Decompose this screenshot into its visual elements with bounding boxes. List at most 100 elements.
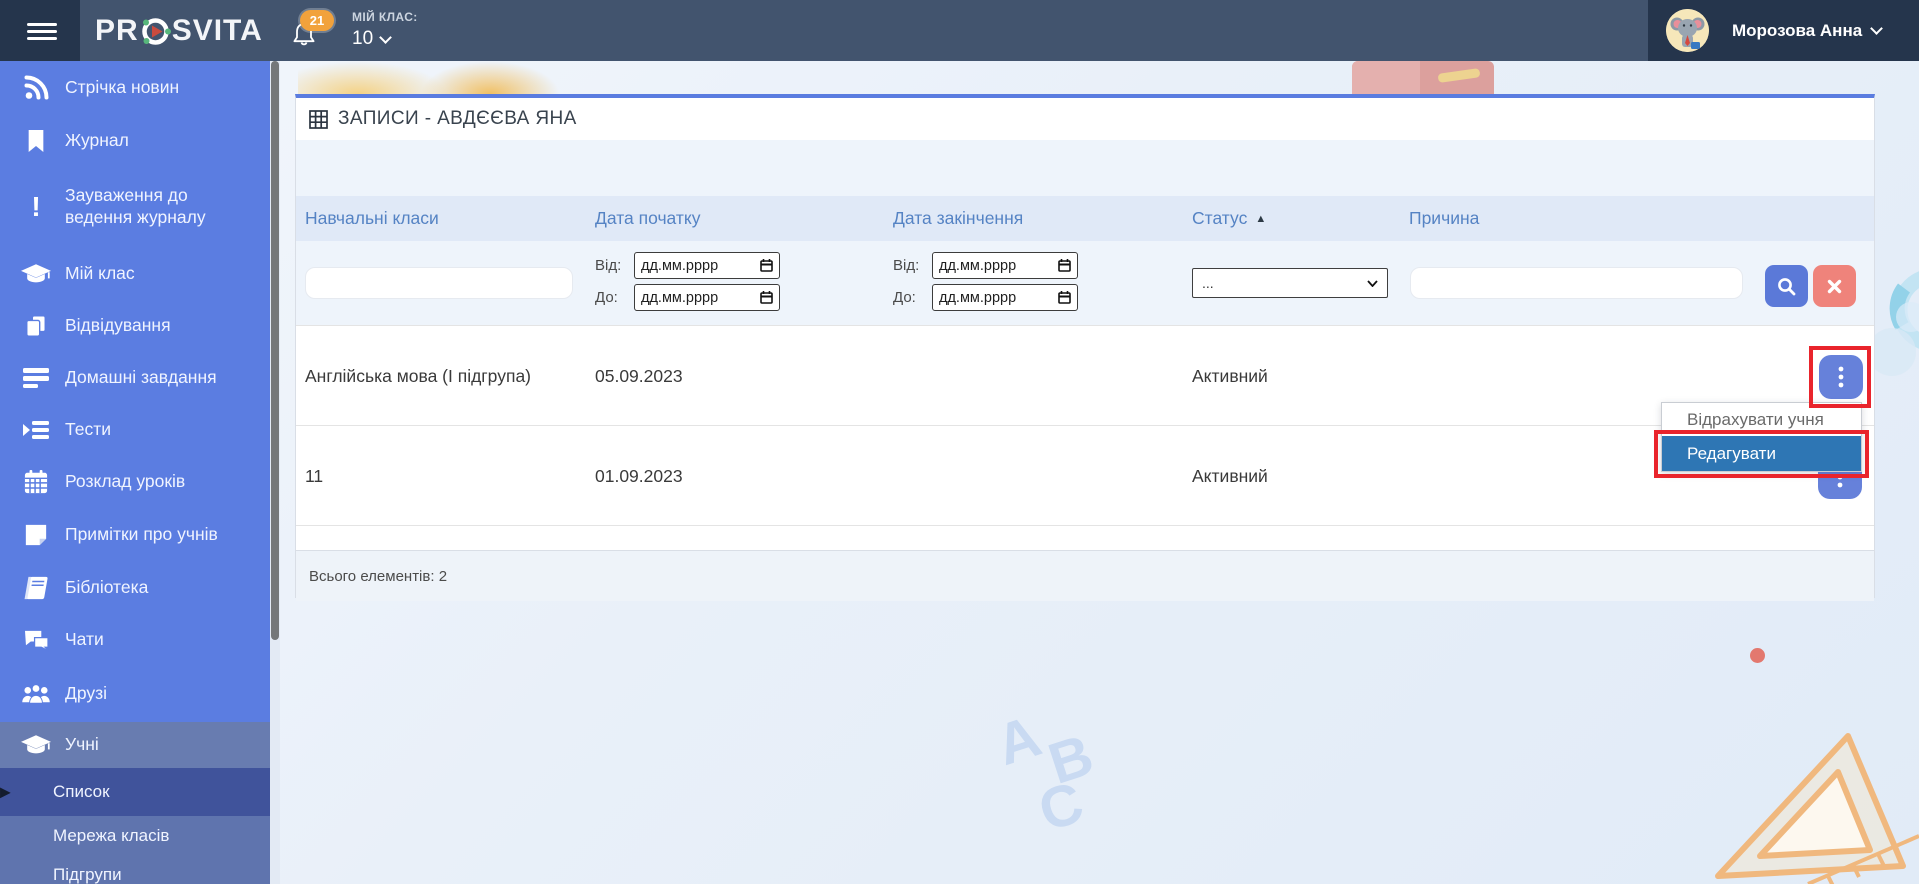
exclamation-icon: ! [21, 193, 51, 221]
total-items-label: Всього елементів: 2 [309, 568, 447, 585]
sidebar-subitem-list[interactable]: ▶ Список [0, 768, 270, 816]
sidebar-subitem-subgroups[interactable]: Підгрупи [0, 856, 270, 884]
decor-bubble [1896, 302, 1919, 332]
calendar-icon [760, 291, 773, 304]
decor-yellow-blob-2 [420, 61, 560, 94]
sidebar: Стрічка новин Журнал ! Зауваження до вед… [0, 61, 270, 884]
filter-row: Від: дд.мм.рррр До: дд.мм.рррр Від: дд.м… [296, 241, 1874, 325]
calendar-icon [760, 259, 773, 272]
filter-status-select[interactable]: ... [1192, 268, 1388, 298]
clear-filters-button[interactable] [1813, 265, 1856, 307]
column-header-date-end[interactable]: Дата закінчення [893, 196, 1023, 241]
table-grid-icon [309, 110, 328, 129]
cell-class: 11 [305, 426, 323, 526]
sidebar-item-tests[interactable]: Тести [0, 404, 270, 456]
table-footer: Всього елементів: 2 [296, 550, 1874, 601]
calendar-icon [1058, 291, 1071, 304]
user-name: Морозова Анна [1732, 0, 1881, 61]
sidebar-item-schedule[interactable]: Розклад уроків [0, 456, 270, 508]
panel-spacer [296, 140, 1874, 196]
table-header-row: Навчальні класи Дата початку Дата закінч… [296, 196, 1874, 241]
date-end-from-input[interactable]: дд.мм.рррр [932, 252, 1078, 279]
cell-class: Англійська мова (І підгрупа) [305, 326, 531, 426]
row-context-menu: Відрахувати учня Редагувати [1661, 402, 1862, 472]
chevron-down-icon [1367, 280, 1378, 287]
sidebar-item-chats[interactable]: Чати [0, 614, 270, 666]
sidebar-item-news-feed[interactable]: Стрічка новин [0, 61, 270, 114]
sidebar-item-journal-remarks[interactable]: ! Зауваження до ведення журналу [0, 167, 270, 247]
column-header-classes[interactable]: Навчальні класи [305, 196, 439, 241]
my-class-value: 10 [352, 28, 373, 50]
calendar-icon [21, 468, 51, 496]
chevron-down-icon [1870, 22, 1883, 35]
app-logo: PR SVITA [95, 0, 263, 61]
sidebar-item-friends[interactable]: Друзі [0, 666, 270, 722]
tasks-icon [21, 416, 51, 444]
hamburger-menu-button[interactable] [0, 0, 80, 61]
close-icon [1827, 279, 1842, 294]
table-bottom-border [296, 525, 1874, 526]
date-end-to-input[interactable]: дд.мм.рррр [932, 284, 1078, 311]
cell-date-start: 01.09.2023 [595, 426, 683, 526]
sidebar-item-my-class[interactable]: Мій клас [0, 247, 270, 300]
kebab-menu-icon [1838, 366, 1844, 388]
sidebar-item-attendance[interactable]: Відвідування [0, 300, 270, 352]
column-header-date-start[interactable]: Дата початку [595, 196, 701, 241]
panel-title-bar: ЗАПИСИ - АВДЄЄВА ЯНА [296, 98, 1874, 140]
sidebar-item-library[interactable]: Бібліотека [0, 561, 270, 614]
table-row: Англійська мова (І підгрупа) 05.09.2023 … [296, 325, 1874, 425]
rss-icon [21, 74, 51, 102]
column-header-reason[interactable]: Причина [1409, 196, 1479, 241]
list-icon [21, 364, 51, 392]
decor-ruler-illustration [1688, 716, 1919, 884]
app-root: A B C PR SVITA [0, 0, 1919, 884]
logo-text-suffix: SVITA [172, 14, 263, 48]
sidebar-scrollbar-track[interactable] [270, 61, 280, 884]
sidebar-subitem-class-network[interactable]: Мережа класів [0, 816, 270, 856]
date-end-to-label: До: [893, 289, 916, 306]
notification-count-badge[interactable]: 21 [300, 10, 334, 31]
chevron-down-icon [379, 31, 392, 44]
search-button[interactable] [1765, 265, 1808, 307]
pages-icon [21, 312, 51, 340]
cell-status: Активний [1192, 426, 1268, 526]
calendar-icon [1058, 259, 1071, 272]
decor-mascot-top-right [1352, 61, 1494, 94]
sidebar-item-students[interactable]: Учні [0, 722, 270, 768]
search-icon [1777, 277, 1796, 296]
my-class-selector[interactable]: 10 [352, 28, 418, 50]
sidebar-scrollbar-thumb[interactable] [271, 61, 279, 640]
column-header-status[interactable]: Статус▲ [1192, 196, 1266, 241]
menu-item-edit[interactable]: Редагувати [1662, 436, 1861, 471]
logo-text-prefix: PR [95, 14, 139, 48]
decor-abc-watermark: A B C [988, 672, 1168, 858]
filter-classes-input[interactable] [305, 267, 573, 299]
date-start-to-input[interactable]: дд.мм.рррр [634, 284, 780, 311]
page-title: ЗАПИСИ - АВДЄЄВА ЯНА [338, 108, 577, 130]
sidebar-item-homework[interactable]: Домашні завдання [0, 352, 270, 404]
table-row: 11 01.09.2023 Активний [296, 425, 1874, 525]
user-menu[interactable]: Морозова Анна [1648, 0, 1919, 61]
decor-bubble [1868, 328, 1916, 376]
topbar: PR SVITA 21 МІЙ КЛАС: 10 [0, 0, 1919, 61]
sort-asc-icon: ▲ [1255, 213, 1266, 225]
active-pointer-icon: ▶ [0, 784, 11, 801]
sidebar-item-student-notes[interactable]: Примітки про учнів [0, 508, 270, 561]
note-icon [21, 521, 51, 549]
friends-icon [21, 680, 51, 708]
cell-status: Активний [1192, 326, 1268, 426]
book-icon [21, 574, 51, 602]
chat-icon [21, 626, 51, 654]
decor-pencil [1438, 68, 1481, 83]
date-start-from-input[interactable]: дд.мм.рррр [634, 252, 780, 279]
decor-red-dot [1750, 648, 1765, 663]
date-end-from-label: Від: [893, 257, 919, 274]
avatar [1666, 9, 1709, 52]
records-panel: ЗАПИСИ - АВДЄЄВА ЯНА Навчальні класи Дат… [295, 94, 1875, 598]
sidebar-item-journal[interactable]: Журнал [0, 114, 270, 167]
filter-reason-input[interactable] [1410, 267, 1743, 299]
row-actions-button-1[interactable] [1819, 355, 1863, 399]
graduation-cap-icon [21, 260, 51, 288]
menu-item-expel-student[interactable]: Відрахувати учня [1662, 403, 1861, 436]
graduation-cap-icon [21, 731, 51, 759]
